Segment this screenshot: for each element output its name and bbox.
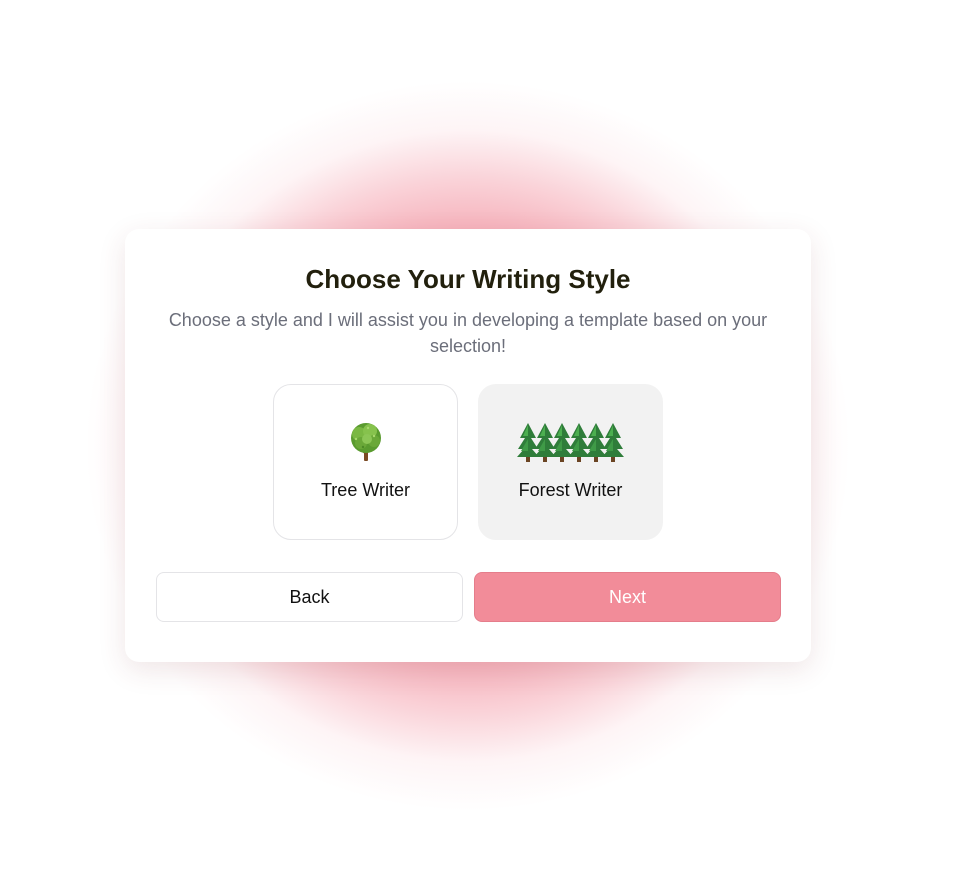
dialog-actions: Back Next [156, 572, 781, 622]
option-tree-writer[interactable]: Tree Writer [273, 384, 458, 540]
dialog-subtitle: Choose a style and I will assist you in … [168, 310, 768, 356]
next-button[interactable]: Next [474, 572, 781, 622]
deciduous-tree-icon [346, 421, 386, 463]
evergreen-forest-icon [516, 421, 625, 463]
style-options: Tree Writer Forest Writer [273, 384, 663, 540]
dialog-title: Choose Your Writing Style [305, 264, 631, 294]
option-label: Tree Writer [320, 480, 410, 500]
option-label: Forest Writer [518, 480, 623, 500]
writing-style-dialog: Choose Your Writing Style Choose a style… [125, 229, 811, 662]
option-forest-writer[interactable]: Forest Writer [478, 384, 663, 540]
back-button[interactable]: Back [156, 572, 463, 622]
